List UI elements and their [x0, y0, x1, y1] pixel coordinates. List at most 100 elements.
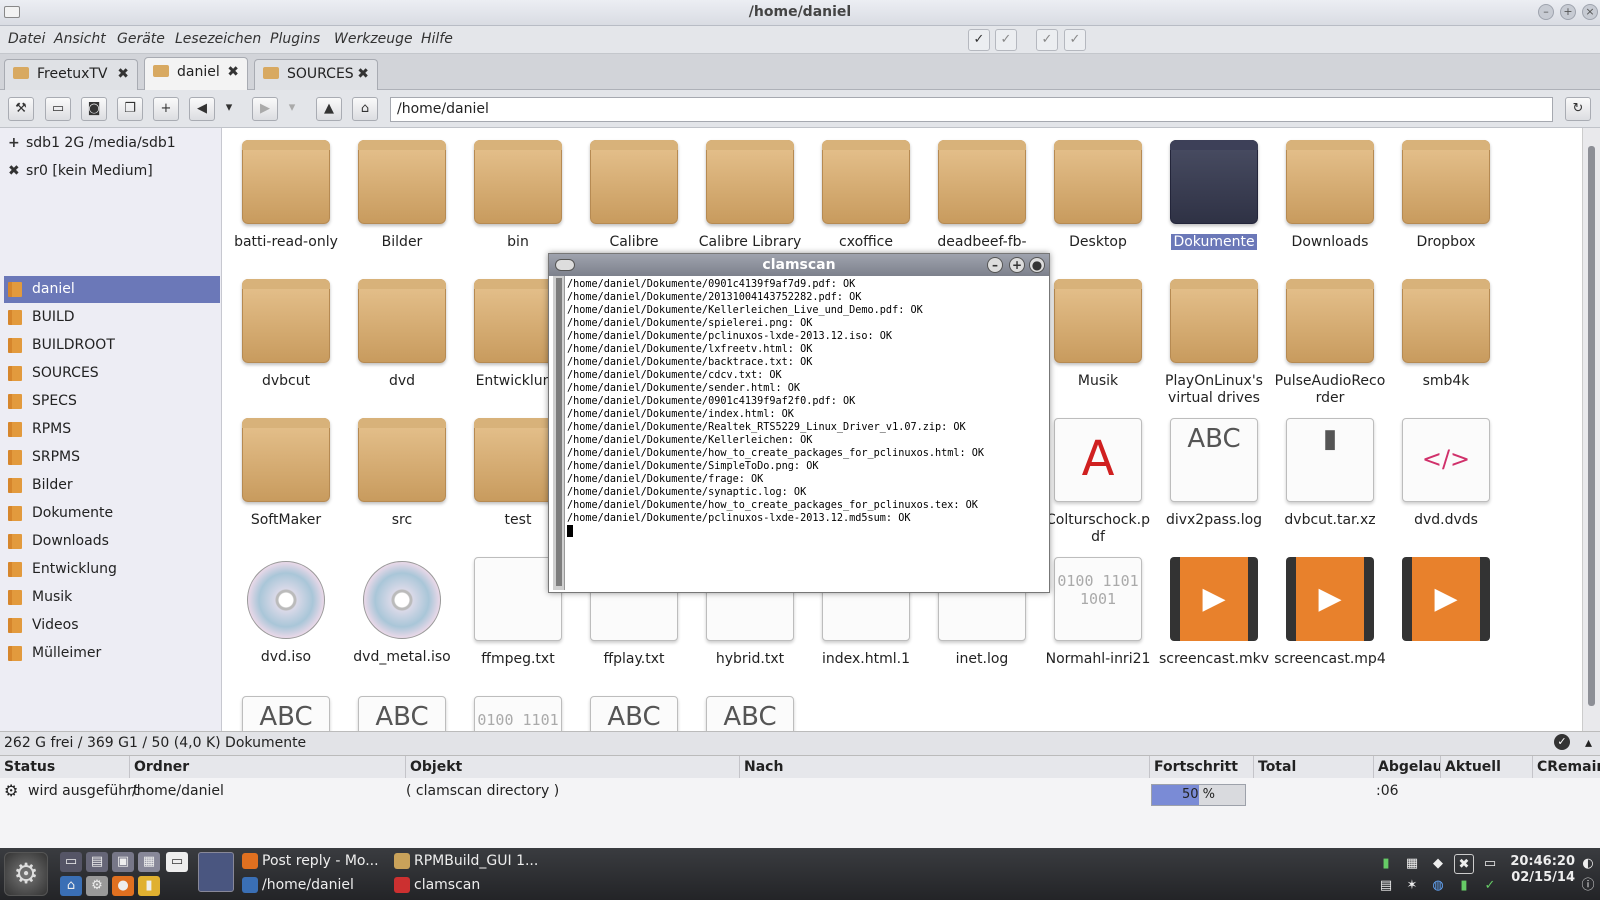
check-icon[interactable]: ✓ [1036, 29, 1058, 51]
menu-hilfe[interactable]: Hilfe [421, 31, 453, 47]
forward-icon[interactable]: ▶ [252, 97, 278, 121]
col-status[interactable]: Status [0, 756, 130, 778]
side-pane-icon[interactable]: ▭ [45, 97, 71, 121]
file-item[interactable]: ▶ screencast.mkv [1156, 545, 1272, 668]
files-icon[interactable]: ▮ [138, 876, 160, 896]
file-item[interactable]: ▶ [1388, 545, 1504, 651]
bookmark-build[interactable]: BUILD [4, 304, 220, 331]
file-item[interactable]: bin [460, 128, 576, 251]
device-item-sr0[interactable]: ✖ sr0 [kein Medium] [8, 158, 153, 184]
file-item[interactable]: cxoffice [808, 128, 924, 251]
bookmark-musik[interactable]: Musik [4, 584, 220, 611]
bookmark-bilder[interactable]: Bilder [4, 472, 220, 499]
minimize-icon[interactable]: – [1538, 4, 1554, 20]
close-icon[interactable]: ✖ [1454, 854, 1474, 874]
bookmark-specs[interactable]: SPECS [4, 388, 220, 415]
menu-ansicht[interactable]: Ansicht [54, 31, 106, 47]
file-item[interactable]: ABC [576, 684, 692, 731]
network-icon[interactable]: ▦ [1402, 854, 1422, 874]
task-clamscan[interactable]: clamscan [392, 874, 480, 896]
file-item[interactable]: dvbcut [228, 267, 344, 390]
scrollbar-thumb[interactable] [1588, 146, 1595, 706]
refresh-icon[interactable]: ↻ [1565, 97, 1591, 121]
file-item[interactable]: SoftMaker [228, 406, 344, 529]
file-item[interactable]: batti-read-only [228, 128, 344, 251]
task-home-daniel[interactable]: /home/daniel [240, 874, 354, 896]
file-item[interactable]: smb4k [1388, 267, 1504, 390]
globe-icon[interactable]: ◍ [1428, 876, 1448, 896]
close-tab-icon[interactable]: ✖ [357, 66, 369, 82]
home-icon[interactable]: ⌂ [352, 97, 378, 121]
col-fortschritt[interactable]: Fortschritt [1150, 756, 1254, 778]
check-icon[interactable]: ✓ [1554, 734, 1570, 750]
menu-lesezeichen[interactable]: Lesezeichen [175, 31, 261, 47]
bookmark-daniel[interactable]: daniel [4, 276, 220, 303]
file-item[interactable]: ▶ screencast.mp4 [1272, 545, 1388, 668]
bookmark-entwicklung[interactable]: Entwicklung [4, 556, 220, 583]
file-item[interactable]: ABC divx2pass.log [1156, 406, 1272, 529]
col-nach[interactable]: Nach [740, 756, 1150, 778]
package-icon[interactable]: ▣ [112, 852, 134, 872]
tab-sources[interactable]: SOURCES ✖ [254, 59, 378, 90]
file-item[interactable]: PlayOnLinux's virtual drives [1156, 267, 1272, 407]
device-icon[interactable]: ◙ [81, 97, 107, 121]
clipboard-icon[interactable]: ▤ [1376, 876, 1396, 896]
scroll-up-icon[interactable]: ▴ [1585, 732, 1592, 754]
power-icon[interactable]: ◐ [1578, 854, 1598, 874]
update-check-icon[interactable]: ✓ [1480, 876, 1500, 896]
file-item[interactable]: Dropbox [1388, 128, 1504, 251]
file-item[interactable]: PulseAudioRecorder [1272, 267, 1388, 407]
file-item[interactable]: 0100 1101 1001 Normahl-inri21 [1040, 545, 1156, 668]
bookmark-sources[interactable]: SOURCES [4, 360, 220, 387]
dropbox-icon[interactable]: ◆ [1428, 854, 1448, 874]
info-icon[interactable]: ⓘ [1578, 876, 1598, 896]
terminal-scrollbar[interactable] [553, 276, 565, 590]
file-item[interactable]: ABC [344, 684, 460, 731]
file-view-scrollbar[interactable] [1582, 128, 1600, 731]
file-item[interactable]: ABC [692, 684, 808, 731]
printer-icon[interactable]: ▦ [138, 852, 160, 872]
new-tab-icon[interactable]: + [153, 97, 179, 121]
back-history-chevron-icon[interactable]: ▾ [222, 97, 236, 121]
task-rpmbuild[interactable]: RPMBuild_GUI 1... [392, 850, 538, 872]
signal-icon[interactable]: ▮ [1376, 854, 1396, 874]
window-icon[interactable]: ▭ [166, 852, 188, 872]
menu-geraete[interactable]: Geräte [117, 31, 165, 47]
close-tab-icon[interactable]: ✖ [227, 64, 239, 80]
col-total[interactable]: Total [1254, 756, 1374, 778]
file-item[interactable]: deadbeef-fb- [924, 128, 1040, 251]
menu-datei[interactable]: Datei [8, 31, 45, 47]
tools-icon[interactable]: ⚒ [8, 97, 34, 121]
terminal-icon[interactable]: ▤ [86, 852, 108, 872]
forward-history-chevron-icon[interactable]: ▾ [285, 97, 299, 121]
start-menu-icon[interactable]: ⚙ [4, 852, 48, 896]
maximize-icon[interactable]: + [1560, 4, 1576, 20]
file-item[interactable]: 0100 1101 [460, 684, 576, 731]
bookmark-videos[interactable]: Videos [4, 612, 220, 639]
bookmark-buildroot[interactable]: BUILDROOT [4, 332, 220, 359]
bookmark-downloads[interactable]: Downloads [4, 528, 220, 555]
dialog-close-icon[interactable]: ● [1029, 257, 1045, 273]
dialog-minimize-icon[interactable]: – [987, 257, 1003, 273]
back-icon[interactable]: ◀ [189, 97, 215, 121]
col-objekt[interactable]: Objekt [406, 756, 740, 778]
file-item[interactable]: dvd [344, 267, 460, 390]
file-item[interactable]: Calibre Library [692, 128, 808, 251]
dialog-maximize-icon[interactable]: + [1009, 257, 1025, 273]
close-icon[interactable]: × [1582, 4, 1598, 20]
file-item[interactable]: A Colturschock.pdf [1040, 406, 1156, 546]
menu-plugins[interactable]: Plugins [270, 31, 320, 47]
col-cremain[interactable]: CRemain [1533, 756, 1600, 778]
close-tab-icon[interactable]: ✖ [117, 66, 129, 82]
device-item-sdb1[interactable]: + sdb1 2G /media/sdb1 [8, 130, 176, 156]
up-icon[interactable]: ▲ [316, 97, 342, 121]
path-input[interactable]: /home/daniel [390, 97, 1553, 122]
file-item[interactable]: Musik [1040, 267, 1156, 390]
file-item[interactable]: Dokumente [1156, 128, 1272, 251]
file-item[interactable]: Desktop [1040, 128, 1156, 251]
task-post-reply[interactable]: Post reply - Mo... [240, 850, 379, 872]
check-icon[interactable]: ✓ [995, 29, 1017, 51]
menu-werkzeuge[interactable]: Werkzeuge [334, 31, 413, 47]
file-item[interactable]: dvd_metal.iso [344, 545, 460, 666]
col-abgelaufen[interactable]: Abgelauf [1374, 756, 1441, 778]
